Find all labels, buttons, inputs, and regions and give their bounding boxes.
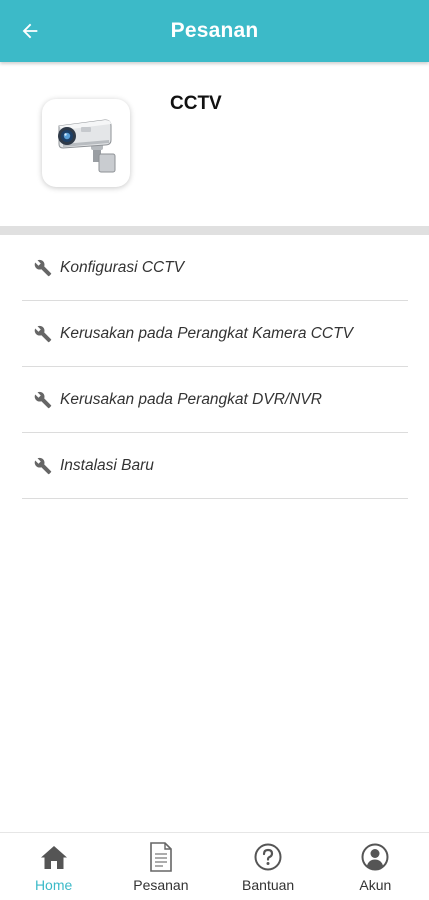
cctv-camera-icon: [58, 119, 116, 173]
wrench-icon: [33, 258, 53, 278]
app-header: Pesanan: [0, 0, 429, 62]
nav-pesanan[interactable]: Pesanan: [107, 833, 214, 900]
option-label: Kerusakan pada Perangkat Kamera CCTV: [60, 324, 353, 342]
nav-label: Akun: [359, 877, 392, 893]
nav-label: Home: [34, 877, 73, 893]
option-label: Instalasi Baru: [60, 456, 154, 474]
document-icon: [146, 842, 176, 872]
nav-bantuan[interactable]: Bantuan: [215, 833, 322, 900]
wrench-icon: [33, 456, 53, 476]
service-name: CCTV: [170, 93, 222, 114]
page-title: Pesanan: [170, 19, 259, 42]
option-kerusakan-kamera[interactable]: Kerusakan pada Perangkat Kamera CCTV: [22, 301, 408, 367]
option-instalasi-baru[interactable]: Instalasi Baru: [22, 433, 408, 499]
section-divider: [0, 226, 429, 235]
service-thumbnail: [42, 99, 130, 187]
help-circle-icon: [253, 842, 283, 872]
wrench-icon: [33, 324, 53, 344]
option-kerusakan-dvr-nvr[interactable]: Kerusakan pada Perangkat DVR/NVR: [22, 367, 408, 433]
nav-home[interactable]: Home: [0, 833, 107, 900]
bottom-navigation: Home Pesanan Bantuan Akun: [0, 832, 429, 900]
app-screen: Pesanan CCTV Konfigurasi CCTV Kerusakan …: [0, 0, 429, 900]
nav-label: Pesanan: [133, 877, 189, 893]
nav-akun[interactable]: Akun: [322, 833, 429, 900]
home-icon: [39, 842, 69, 872]
nav-label: Bantuan: [242, 877, 295, 893]
option-label: Kerusakan pada Perangkat DVR/NVR: [60, 390, 322, 408]
account-icon: [360, 842, 390, 872]
arrow-left-icon: [22, 23, 38, 39]
service-card: CCTV: [0, 62, 429, 226]
option-label: Konfigurasi CCTV: [60, 258, 185, 276]
service-options-list: Konfigurasi CCTV Kerusakan pada Perangka…: [22, 235, 408, 499]
wrench-icon: [33, 390, 53, 410]
option-konfigurasi-cctv[interactable]: Konfigurasi CCTV: [22, 235, 408, 301]
back-button[interactable]: [12, 13, 48, 49]
